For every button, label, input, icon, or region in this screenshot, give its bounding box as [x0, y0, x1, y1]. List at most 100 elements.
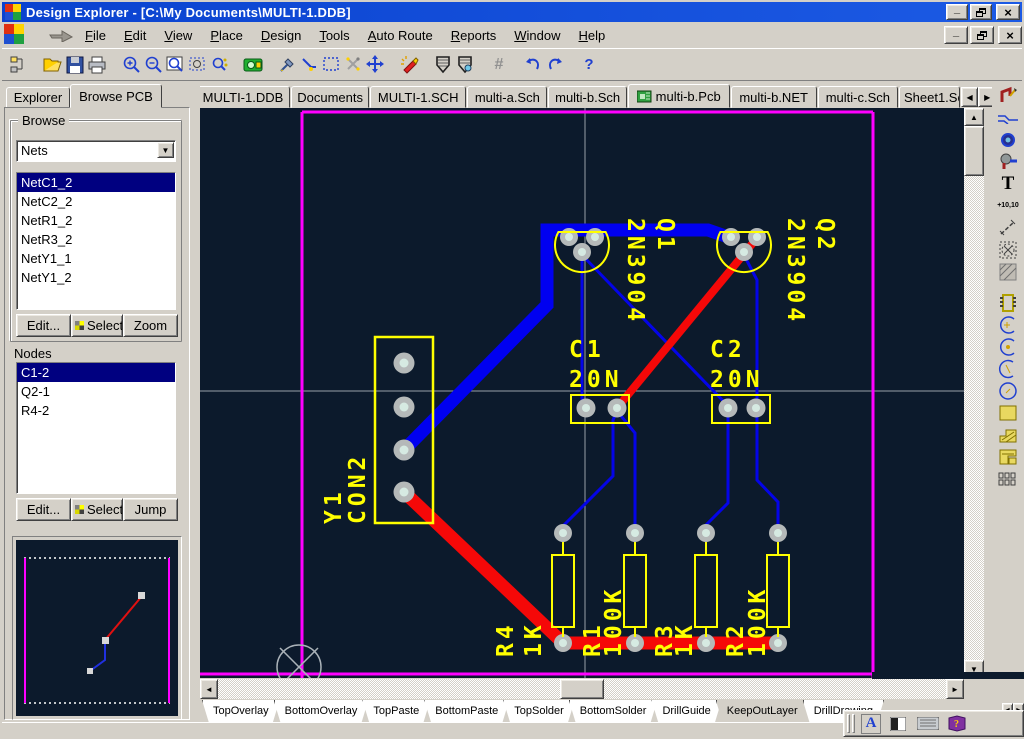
move-icon[interactable] [364, 54, 386, 76]
menu-tools[interactable]: Tools [310, 24, 358, 47]
node-jump-button[interactable]: Jump [123, 498, 178, 521]
doc-tab-multibnet[interactable]: multi-b.NET [731, 86, 817, 108]
doc-tab-multi1ddb[interactable]: MULTI-1.DDB [196, 86, 290, 108]
help-icon[interactable]: ? [578, 54, 600, 76]
doc-tab-multiasch[interactable]: multi-a.Sch [467, 86, 547, 108]
help-book-icon[interactable]: ? [945, 713, 969, 735]
panel-divider[interactable] [192, 84, 200, 722]
nav-arrow-icon[interactable] [48, 28, 74, 45]
title-bar[interactable]: Design Explorer - [C:\My Documents\MULTI… [2, 2, 1022, 22]
menu-edit[interactable]: Edit [115, 24, 155, 47]
keyboard-icon[interactable] [915, 714, 941, 734]
menu-window[interactable]: Window [505, 24, 569, 47]
node-list-item[interactable]: C1-2 [17, 363, 175, 382]
pcb-canvas[interactable]: Q1 2N3904 Q2 2N3904 C1 20N C2 20N Y1 CON… [200, 108, 964, 678]
menu-help[interactable]: Help [570, 24, 615, 47]
dimension-tool-icon[interactable] [995, 217, 1021, 238]
arc-edge-tool-icon[interactable] [995, 314, 1021, 335]
net-zoom-button[interactable]: Zoom [123, 314, 178, 337]
doc-tab-multibpcb[interactable]: multi-b.Pcb [628, 84, 730, 108]
node-list-item[interactable]: Q2-1 [17, 382, 175, 401]
wire-icon[interactable] [298, 54, 320, 76]
node-list-item[interactable]: R4-2 [17, 401, 175, 420]
layer-tab-topsolder[interactable]: TopSolder [503, 700, 575, 723]
combo-dropdown-button[interactable]: ▼ [157, 142, 174, 158]
save-icon[interactable] [64, 54, 86, 76]
browse-mode-combobox[interactable]: Nets ▼ [16, 140, 176, 162]
fill-tool-icon[interactable] [995, 402, 1021, 423]
minimize-button[interactable]: _ [946, 4, 968, 20]
layer-tab-bottompaste[interactable]: BottomPaste [424, 700, 509, 723]
fill-hatched-icon[interactable] [995, 261, 1021, 282]
scroll-left-button[interactable]: ◄ [200, 679, 218, 699]
layer-tab-toppaste[interactable]: TopPaste [362, 700, 430, 723]
menu-place[interactable]: Place [201, 24, 252, 47]
layer-tab-keepoutlayer[interactable]: KeepOutLayer [716, 700, 809, 723]
menu-design[interactable]: Design [252, 24, 310, 47]
pad-tool-icon[interactable] [995, 151, 1021, 172]
horizontal-scroll-thumb[interactable] [560, 679, 604, 699]
child-close-button[interactable]: × [998, 26, 1022, 44]
vertical-scroll-thumb[interactable] [964, 126, 984, 176]
menu-reports[interactable]: Reports [442, 24, 506, 47]
polygon-shield-icon[interactable] [432, 54, 454, 76]
cross-probe-icon[interactable] [242, 54, 264, 76]
net-list-item[interactable]: NetR1_2 [17, 211, 175, 230]
menu-file[interactable]: File [76, 24, 115, 47]
component-tool-icon[interactable] [995, 292, 1021, 313]
vertical-scrollbar[interactable]: ▲ ▼ [964, 108, 984, 678]
doc-tab-multicsch[interactable]: multi-c.Sch [818, 86, 898, 108]
keepout-tool-icon[interactable] [995, 239, 1021, 260]
layer-tab-drillguide[interactable]: DrillGuide [651, 700, 721, 723]
toolbar-grip[interactable] [847, 714, 850, 733]
wizard-icon[interactable] [398, 54, 420, 76]
zoom-in-icon[interactable] [120, 54, 142, 76]
split-plane-tool-icon[interactable] [995, 446, 1021, 467]
zoom-area-icon[interactable] [186, 54, 208, 76]
scroll-up-button[interactable]: ▲ [964, 108, 984, 126]
deselect-icon[interactable] [342, 54, 364, 76]
explorer-toggle-icon[interactable] [8, 54, 30, 76]
zoom-out-icon[interactable] [142, 54, 164, 76]
track-tool-icon[interactable] [995, 107, 1021, 128]
tab-explorer[interactable]: Explorer [6, 87, 70, 108]
arc-angle-tool-icon[interactable] [995, 358, 1021, 379]
child-restore-button[interactable] [970, 26, 994, 44]
net-list[interactable]: NetC1_2 NetC2_2 NetR1_2 NetR3_2 NetY1_1 … [16, 172, 176, 310]
print-icon[interactable] [86, 54, 108, 76]
layer-tab-topoverlay[interactable]: TopOverlay [202, 700, 280, 723]
select-area-icon[interactable] [320, 54, 342, 76]
menu-view[interactable]: View [155, 24, 201, 47]
net-preview[interactable] [16, 540, 178, 716]
restore-button[interactable] [970, 4, 992, 20]
interactive-routing-icon[interactable] [995, 85, 1021, 106]
toolbar-grip[interactable] [852, 714, 855, 733]
doc-tab-multibsch[interactable]: multi-b.Sch [548, 86, 626, 108]
horizontal-scrollbar[interactable]: ◄ ► [200, 679, 964, 699]
redo-icon[interactable] [544, 54, 566, 76]
node-edit-button[interactable]: Edit... [16, 498, 71, 521]
doc-tab-documents[interactable]: Documents [291, 86, 369, 108]
full-circle-tool-icon[interactable] [995, 380, 1021, 401]
doc-tab-sheet1sch[interactable]: Sheet1.Sch [899, 86, 960, 108]
contrast-icon[interactable] [887, 714, 909, 734]
scroll-right-button[interactable]: ► [946, 679, 964, 699]
net-list-item[interactable]: NetR3_2 [17, 230, 175, 249]
node-select-button[interactable]: Select [71, 498, 123, 521]
net-list-item[interactable]: NetC2_2 [17, 192, 175, 211]
open-document-icon[interactable] [42, 54, 64, 76]
net-edit-button[interactable]: Edit... [16, 314, 71, 337]
zoom-window-icon[interactable] [164, 54, 186, 76]
polygon-shield-move-icon[interactable] [454, 54, 476, 76]
arc-center-tool-icon[interactable] [995, 336, 1021, 357]
child-minimize-button[interactable]: _ [944, 26, 968, 44]
undo-icon[interactable] [522, 54, 544, 76]
layer-tab-bottomsolder[interactable]: BottomSolder [569, 700, 658, 723]
component-array-tool-icon[interactable] [995, 468, 1021, 489]
document-icon[interactable] [4, 24, 24, 44]
zoom-point-icon[interactable] [208, 54, 230, 76]
node-list[interactable]: C1-2 Q2-1 R4-2 [16, 362, 176, 494]
menu-autoroute[interactable]: Auto Route [359, 24, 442, 47]
probe-icon[interactable] [276, 54, 298, 76]
net-list-item[interactable]: NetC1_2 [17, 173, 175, 192]
